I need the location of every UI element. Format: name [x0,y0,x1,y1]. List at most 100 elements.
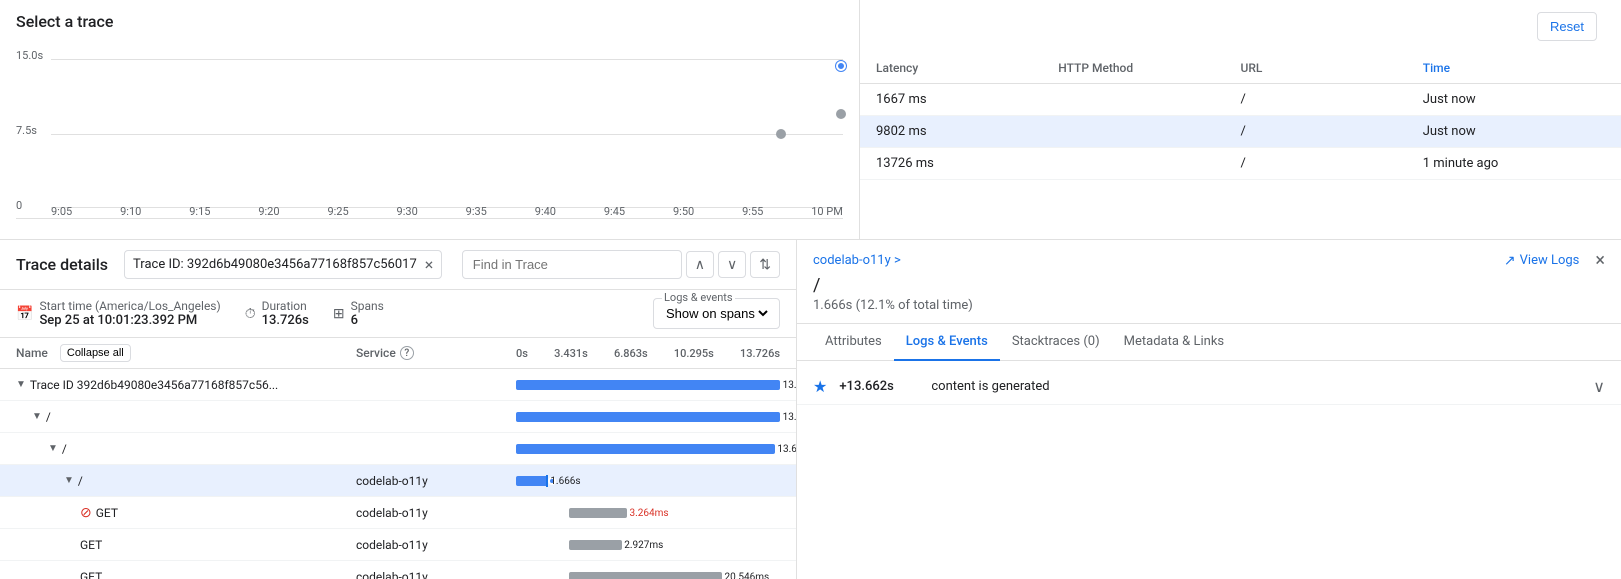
tab-attributes[interactable]: Attributes [813,324,894,361]
trace-id-box: Trace ID: 392d6b49080e3456a77168f857c560… [124,250,442,279]
logs-events-select[interactable]: Show on spans [662,301,771,326]
spans-icon: ⊞ [333,306,345,322]
trace-id-text: Trace ID: 392d6b49080e3456a77168f857c560… [133,257,417,272]
span-row[interactable]: ⊘ GET codelab-o11y 3.264ms [0,497,796,529]
span-row[interactable]: GET codelab-o11y 20.546ms [0,561,796,579]
event-description: content is generated [931,379,1581,394]
find-in-trace-input[interactable] [462,250,682,279]
span-row[interactable]: ▼ / 13.659s [0,433,796,465]
view-logs-button[interactable]: ↗ View Logs [1504,253,1580,269]
x-label-11: 10 PM [811,205,843,218]
table-row[interactable]: 13726 ms / 1 minute ago [860,148,1621,180]
x-label-5: 9:30 [397,205,418,218]
y-label-bot: 0 [16,199,22,212]
span-row[interactable]: ▼ Trace ID 392d6b49080e3456a77168f857c56… [0,369,796,401]
tab-stacktraces[interactable]: Stacktraces (0) [1000,324,1112,361]
marker-1: 3.431s [554,347,588,360]
col-url[interactable]: URL [1241,61,1423,75]
span-service: codelab-o11y [356,506,516,520]
marker-4: 13.726s [740,347,780,360]
detail-timing: 1.666s (12.1% of total time) [813,298,1605,313]
spans-item: ⊞ Spans 6 [333,299,384,328]
detail-route: / [813,275,1605,296]
find-in-trace-box: ∧ ∨ ⇅ [462,250,780,279]
span-row[interactable]: ▼ / codelab-o11y 1.666s [0,465,796,497]
scatter-dot-selected[interactable] [836,61,846,71]
x-label-8: 9:45 [604,205,625,218]
span-bar: 13.659s [516,441,780,457]
span-name-text: / [46,410,51,424]
find-next-button[interactable]: ∨ [718,251,746,278]
detail-tabs: Attributes Logs & Events Stacktraces (0)… [797,324,1621,361]
duration-value: 13.726s [262,313,309,328]
duration-item: ⏱ Duration 13.726s [245,299,309,328]
expand-icon[interactable]: ∨ [1593,377,1605,396]
spans-label: Spans [351,299,384,313]
x-label-1: 9:10 [120,205,141,218]
clock-icon: ⏱ [245,306,256,322]
x-label-9: 9:50 [673,205,694,218]
start-time-label: Start time (America/Los_Angeles) [39,299,220,313]
time-markers: 0s 3.431s 6.863s 10.295s 13.726s [516,347,780,360]
scatter-dot-1[interactable] [836,109,846,119]
row-time: Just now [1423,124,1605,139]
span-name-text: / [62,442,67,456]
chevron-icon[interactable]: ▼ [32,411,42,422]
logs-events-label: Logs & events [662,291,735,304]
trace-id-close-icon[interactable]: × [425,255,434,274]
find-expand-button[interactable]: ⇅ [750,251,780,278]
find-prev-button[interactable]: ∧ [686,251,714,278]
span-bar: 13.726s [516,377,780,393]
span-row[interactable]: ▼ / 13.726s [0,401,796,433]
trace-details-title: Trace details [16,255,108,274]
y-label-top: 15.0s [16,49,43,62]
row-method [1058,156,1240,171]
tab-metadata[interactable]: Metadata & Links [1112,324,1236,361]
reset-button[interactable]: Reset [1537,12,1597,41]
row-latency: 13726 ms [876,156,1058,171]
tab-logs-events[interactable]: Logs & Events [894,324,1000,361]
span-column-headers: Name Collapse all Service ? 0s 3.431s 6.… [0,338,796,369]
span-bar: 20.546ms [516,569,780,579]
row-url: / [1241,124,1423,139]
col-time[interactable]: Time [1423,61,1605,75]
view-logs-label: View Logs [1520,253,1580,268]
chevron-icon[interactable]: ▼ [16,379,26,390]
col-latency[interactable]: Latency [876,61,1058,75]
row-url: / [1241,156,1423,171]
row-time: Just now [1423,92,1605,107]
marker-0: 0s [516,347,528,360]
external-link-icon: ↗ [1504,253,1516,269]
y-label-mid: 7.5s [16,124,37,137]
spans-value: 6 [351,313,384,328]
x-label-4: 9:25 [327,205,348,218]
span-name-text: GET [80,570,102,579]
chevron-icon[interactable]: ▼ [64,475,74,486]
event-row[interactable]: ★ +13.662s content is generated ∨ [797,369,1621,405]
scatter-dot-2[interactable] [776,129,786,139]
chevron-icon[interactable]: ▼ [48,443,58,454]
row-latency: 1667 ms [876,92,1058,107]
collapse-all-button[interactable]: Collapse all [60,344,131,362]
service-help-icon[interactable]: ? [400,346,414,360]
span-name-text: Trace ID 392d6b49080e3456a77168f857c56..… [30,378,278,392]
start-time-item: 📅 Start time (America/Los_Angeles) Sep 2… [16,299,221,328]
service-col-label: Service [356,346,396,360]
span-bar: 3.264ms [516,505,780,521]
table-row[interactable]: 1667 ms / Just now [860,84,1621,116]
row-latency: 9802 ms [876,124,1058,139]
detail-content: ★ +13.662s content is generated ∨ [797,361,1621,579]
event-time: +13.662s [839,379,919,394]
span-bar: 1.666s [516,473,780,489]
span-name-text: / [78,474,83,488]
trace-table: 1667 ms / Just now 9802 ms / Just now 13… [860,84,1621,180]
table-row[interactable]: 9802 ms / Just now [860,116,1621,148]
marker-2: 6.863s [614,347,648,360]
detail-close-icon[interactable]: × [1595,250,1605,271]
col-method[interactable]: HTTP Method [1058,61,1240,75]
start-time-value: Sep 25 at 10:01:23.392 PM [39,313,220,328]
x-label-2: 9:15 [189,205,210,218]
span-name-text: GET [96,506,118,520]
span-row[interactable]: GET codelab-o11y 2.927ms [0,529,796,561]
logs-events-group[interactable]: Logs & events Show on spans [653,298,780,329]
